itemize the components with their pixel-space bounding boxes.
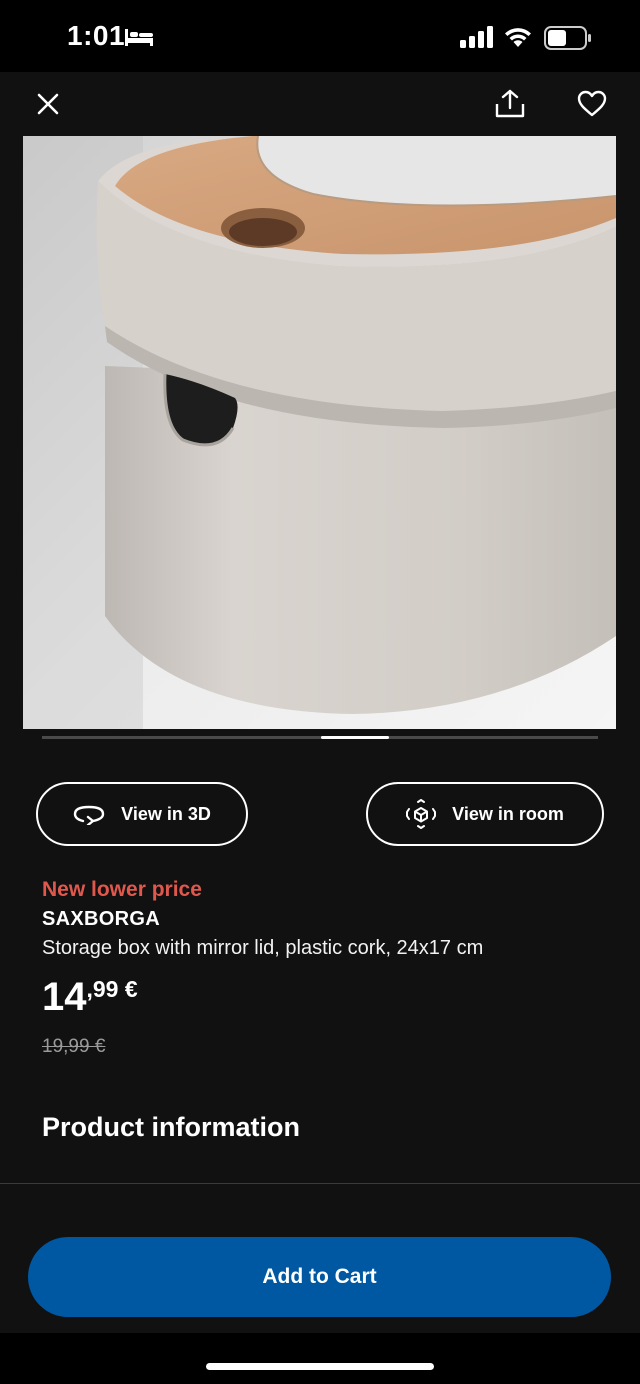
view-in-3d-button[interactable]: View in 3D [36,782,248,846]
battery-icon [544,26,591,50]
top-bar [0,72,640,136]
bed-icon [125,29,153,46]
close-icon [37,93,59,115]
product-description: Storage box with mirror lid, plastic cor… [42,937,484,959]
price-decimal: ,99 € [86,976,138,1002]
price-integer: 14 [42,975,87,1019]
status-time: 1:01 [67,20,126,51]
divider [0,1183,640,1184]
previous-price: 19,99 € [42,1036,106,1057]
status-bar: 1:01 [0,0,640,72]
add-to-cart-button[interactable]: Add to Cart [28,1237,611,1317]
rotate-3d-icon [73,805,105,825]
add-to-cart-label: Add to Cart [262,1265,377,1288]
close-button[interactable] [30,86,66,122]
image-carousel-indicator [42,736,598,739]
share-icon [495,89,525,118]
carousel-thumb [321,736,389,739]
ar-cube-icon [406,799,437,829]
wifi-icon [505,28,531,47]
bottom-safe-area [0,1333,640,1384]
signal-icon [460,26,493,48]
current-price: 14,99 € [42,972,138,1022]
view-in-3d-label: View in 3D [121,803,211,824]
product-image[interactable] [23,136,616,729]
product-information-heading[interactable]: Product information [42,1112,300,1143]
promo-label: New lower price [42,878,202,901]
heart-icon [577,90,607,117]
product-name: SAXBORGA [42,908,160,930]
favorite-button[interactable] [572,84,612,124]
share-button[interactable] [490,84,530,124]
home-indicator[interactable] [206,1363,434,1370]
view-in-room-label: View in room [452,803,564,824]
view-in-room-button[interactable]: View in room [366,782,604,846]
storage-box-illustration [23,136,616,729]
